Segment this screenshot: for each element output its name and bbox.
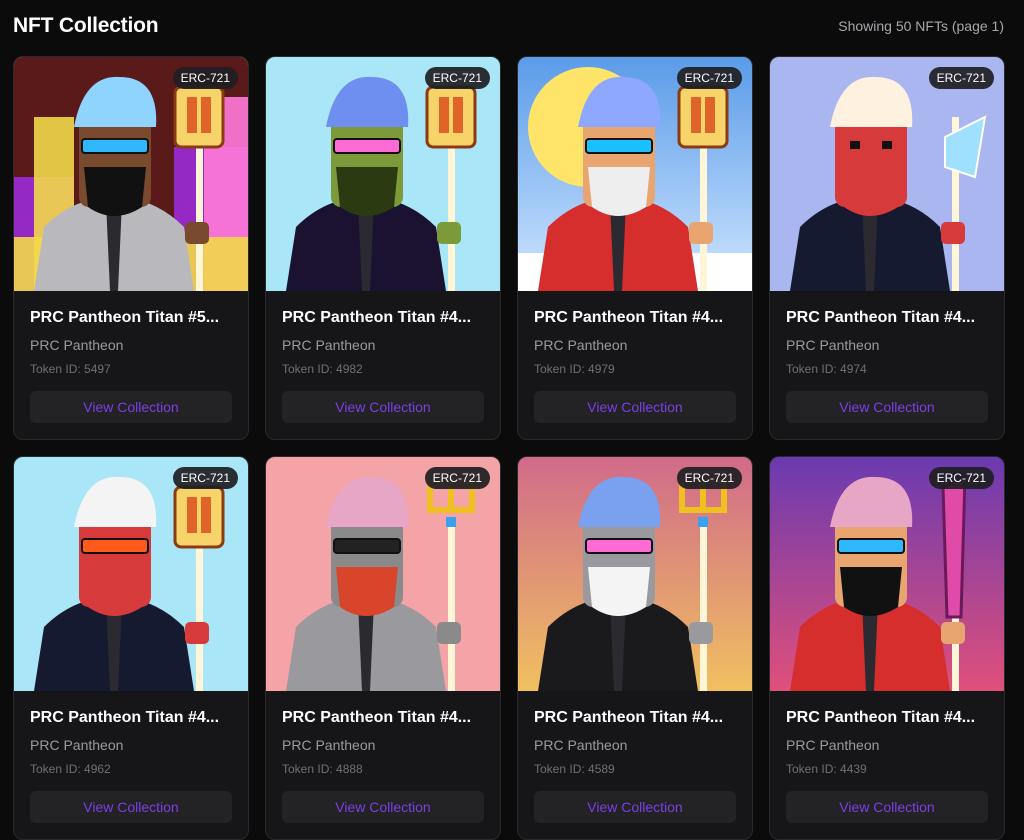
collection-name: PRC Pantheon [282, 337, 376, 353]
token-id-value: 5497 [84, 362, 111, 376]
token-id-value: 4439 [840, 762, 867, 776]
nft-card[interactable]: ERC-721 PRC Pantheon Titan #4... PRC Panth… [769, 456, 1005, 840]
view-collection-button[interactable]: View Collection [534, 791, 736, 823]
token-id-label: Token ID: [30, 762, 85, 776]
card-info: PRC Pantheon Titan #4... PRC Pantheon Toke… [518, 291, 752, 376]
token-id: Token ID: 5497 [30, 362, 232, 376]
nft-image[interactable]: ERC-721 [770, 457, 1004, 691]
nft-card[interactable]: ERC-721 PRC Pantheon Titan #5... PRC Panth… [13, 56, 249, 440]
nft-grid: ERC-721 PRC Pantheon Titan #5... PRC Panth… [13, 56, 1005, 840]
nft-image[interactable]: ERC-721 [266, 457, 500, 691]
nft-card[interactable]: ERC-721 PRC Pantheon Titan #4... PRC Panth… [517, 456, 753, 840]
token-id-value: 4962 [84, 762, 111, 776]
view-collection-button[interactable]: View Collection [282, 791, 484, 823]
nft-title: PRC Pantheon Titan #4... [786, 309, 976, 326]
token-id-value: 4982 [336, 362, 363, 376]
collection-name: PRC Pantheon [30, 737, 124, 753]
token-id: Token ID: 4888 [282, 762, 484, 776]
collection-name: PRC Pantheon [30, 337, 124, 353]
collection-name: PRC Pantheon [534, 337, 628, 353]
token-id-value: 4589 [588, 762, 615, 776]
token-id: Token ID: 4974 [786, 362, 988, 376]
token-id-label: Token ID: [786, 362, 841, 376]
nft-image[interactable]: ERC-721 [518, 457, 752, 691]
nft-title: PRC Pantheon Titan #4... [282, 309, 472, 326]
token-standard-badge: ERC-721 [676, 467, 742, 489]
result-count: Showing 50 NFTs (page 1) [838, 18, 1004, 34]
nft-image[interactable]: ERC-721 [770, 57, 1004, 291]
token-id-label: Token ID: [282, 362, 337, 376]
card-info: PRC Pantheon Titan #4... PRC Pantheon Toke… [266, 691, 500, 776]
card-info: PRC Pantheon Titan #4... PRC Pantheon Toke… [14, 691, 248, 776]
nft-card[interactable]: ERC-721 PRC Pantheon Titan #4... PRC Panth… [265, 56, 501, 440]
token-standard-badge: ERC-721 [424, 467, 490, 489]
nft-card[interactable]: ERC-721 PRC Pantheon Titan #4... PRC Panth… [517, 56, 753, 440]
token-id-label: Token ID: [786, 762, 841, 776]
view-collection-button[interactable]: View Collection [282, 391, 484, 423]
token-id: Token ID: 4979 [534, 362, 736, 376]
token-standard-badge: ERC-721 [928, 467, 994, 489]
nft-title: PRC Pantheon Titan #4... [786, 709, 976, 726]
page-title: NFT Collection [13, 14, 159, 37]
collection-name: PRC Pantheon [534, 737, 628, 753]
token-id: Token ID: 4589 [534, 762, 736, 776]
view-collection-button[interactable]: View Collection [534, 391, 736, 423]
nft-image[interactable]: ERC-721 [14, 57, 248, 291]
token-standard-badge: ERC-721 [424, 67, 490, 89]
card-info: PRC Pantheon Titan #4... PRC Pantheon Toke… [770, 691, 1004, 776]
collection-name: PRC Pantheon [786, 737, 880, 753]
token-id: Token ID: 4982 [282, 362, 484, 376]
nft-title: PRC Pantheon Titan #5... [30, 309, 220, 326]
token-id-value: 4974 [840, 362, 867, 376]
view-collection-button[interactable]: View Collection [30, 791, 232, 823]
nft-card[interactable]: ERC-721 PRC Pantheon Titan #4... PRC Panth… [265, 456, 501, 840]
token-id-label: Token ID: [30, 362, 85, 376]
nft-image[interactable]: ERC-721 [14, 457, 248, 691]
header: NFT Collection Showing 50 NFTs (page 1) [0, 0, 1024, 56]
collection-name: PRC Pantheon [786, 337, 880, 353]
token-id: Token ID: 4962 [30, 762, 232, 776]
view-collection-button[interactable]: View Collection [786, 391, 988, 423]
token-id: Token ID: 4439 [786, 762, 988, 776]
card-info: PRC Pantheon Titan #4... PRC Pantheon Toke… [266, 291, 500, 376]
collection-name: PRC Pantheon [282, 737, 376, 753]
nft-title: PRC Pantheon Titan #4... [534, 309, 724, 326]
card-info: PRC Pantheon Titan #4... PRC Pantheon Toke… [770, 291, 1004, 376]
card-info: PRC Pantheon Titan #5... PRC Pantheon Toke… [14, 291, 248, 376]
nft-image[interactable]: ERC-721 [266, 57, 500, 291]
token-id-value: 4979 [588, 362, 615, 376]
nft-image[interactable]: ERC-721 [518, 57, 752, 291]
nft-card[interactable]: ERC-721 PRC Pantheon Titan #4... PRC Panth… [13, 456, 249, 840]
token-id-label: Token ID: [282, 762, 337, 776]
nft-title: PRC Pantheon Titan #4... [282, 709, 472, 726]
token-id-label: Token ID: [534, 362, 589, 376]
token-standard-badge: ERC-721 [676, 67, 742, 89]
token-standard-badge: ERC-721 [928, 67, 994, 89]
nft-title: PRC Pantheon Titan #4... [534, 709, 724, 726]
nft-card[interactable]: ERC-721 PRC Pantheon Titan #4... PRC Panth… [769, 56, 1005, 440]
token-id-value: 4888 [336, 762, 363, 776]
token-standard-badge: ERC-721 [172, 467, 238, 489]
card-info: PRC Pantheon Titan #4... PRC Pantheon Toke… [518, 691, 752, 776]
token-standard-badge: ERC-721 [172, 67, 238, 89]
view-collection-button[interactable]: View Collection [30, 391, 232, 423]
token-id-label: Token ID: [534, 762, 589, 776]
view-collection-button[interactable]: View Collection [786, 791, 988, 823]
nft-title: PRC Pantheon Titan #4... [30, 709, 220, 726]
